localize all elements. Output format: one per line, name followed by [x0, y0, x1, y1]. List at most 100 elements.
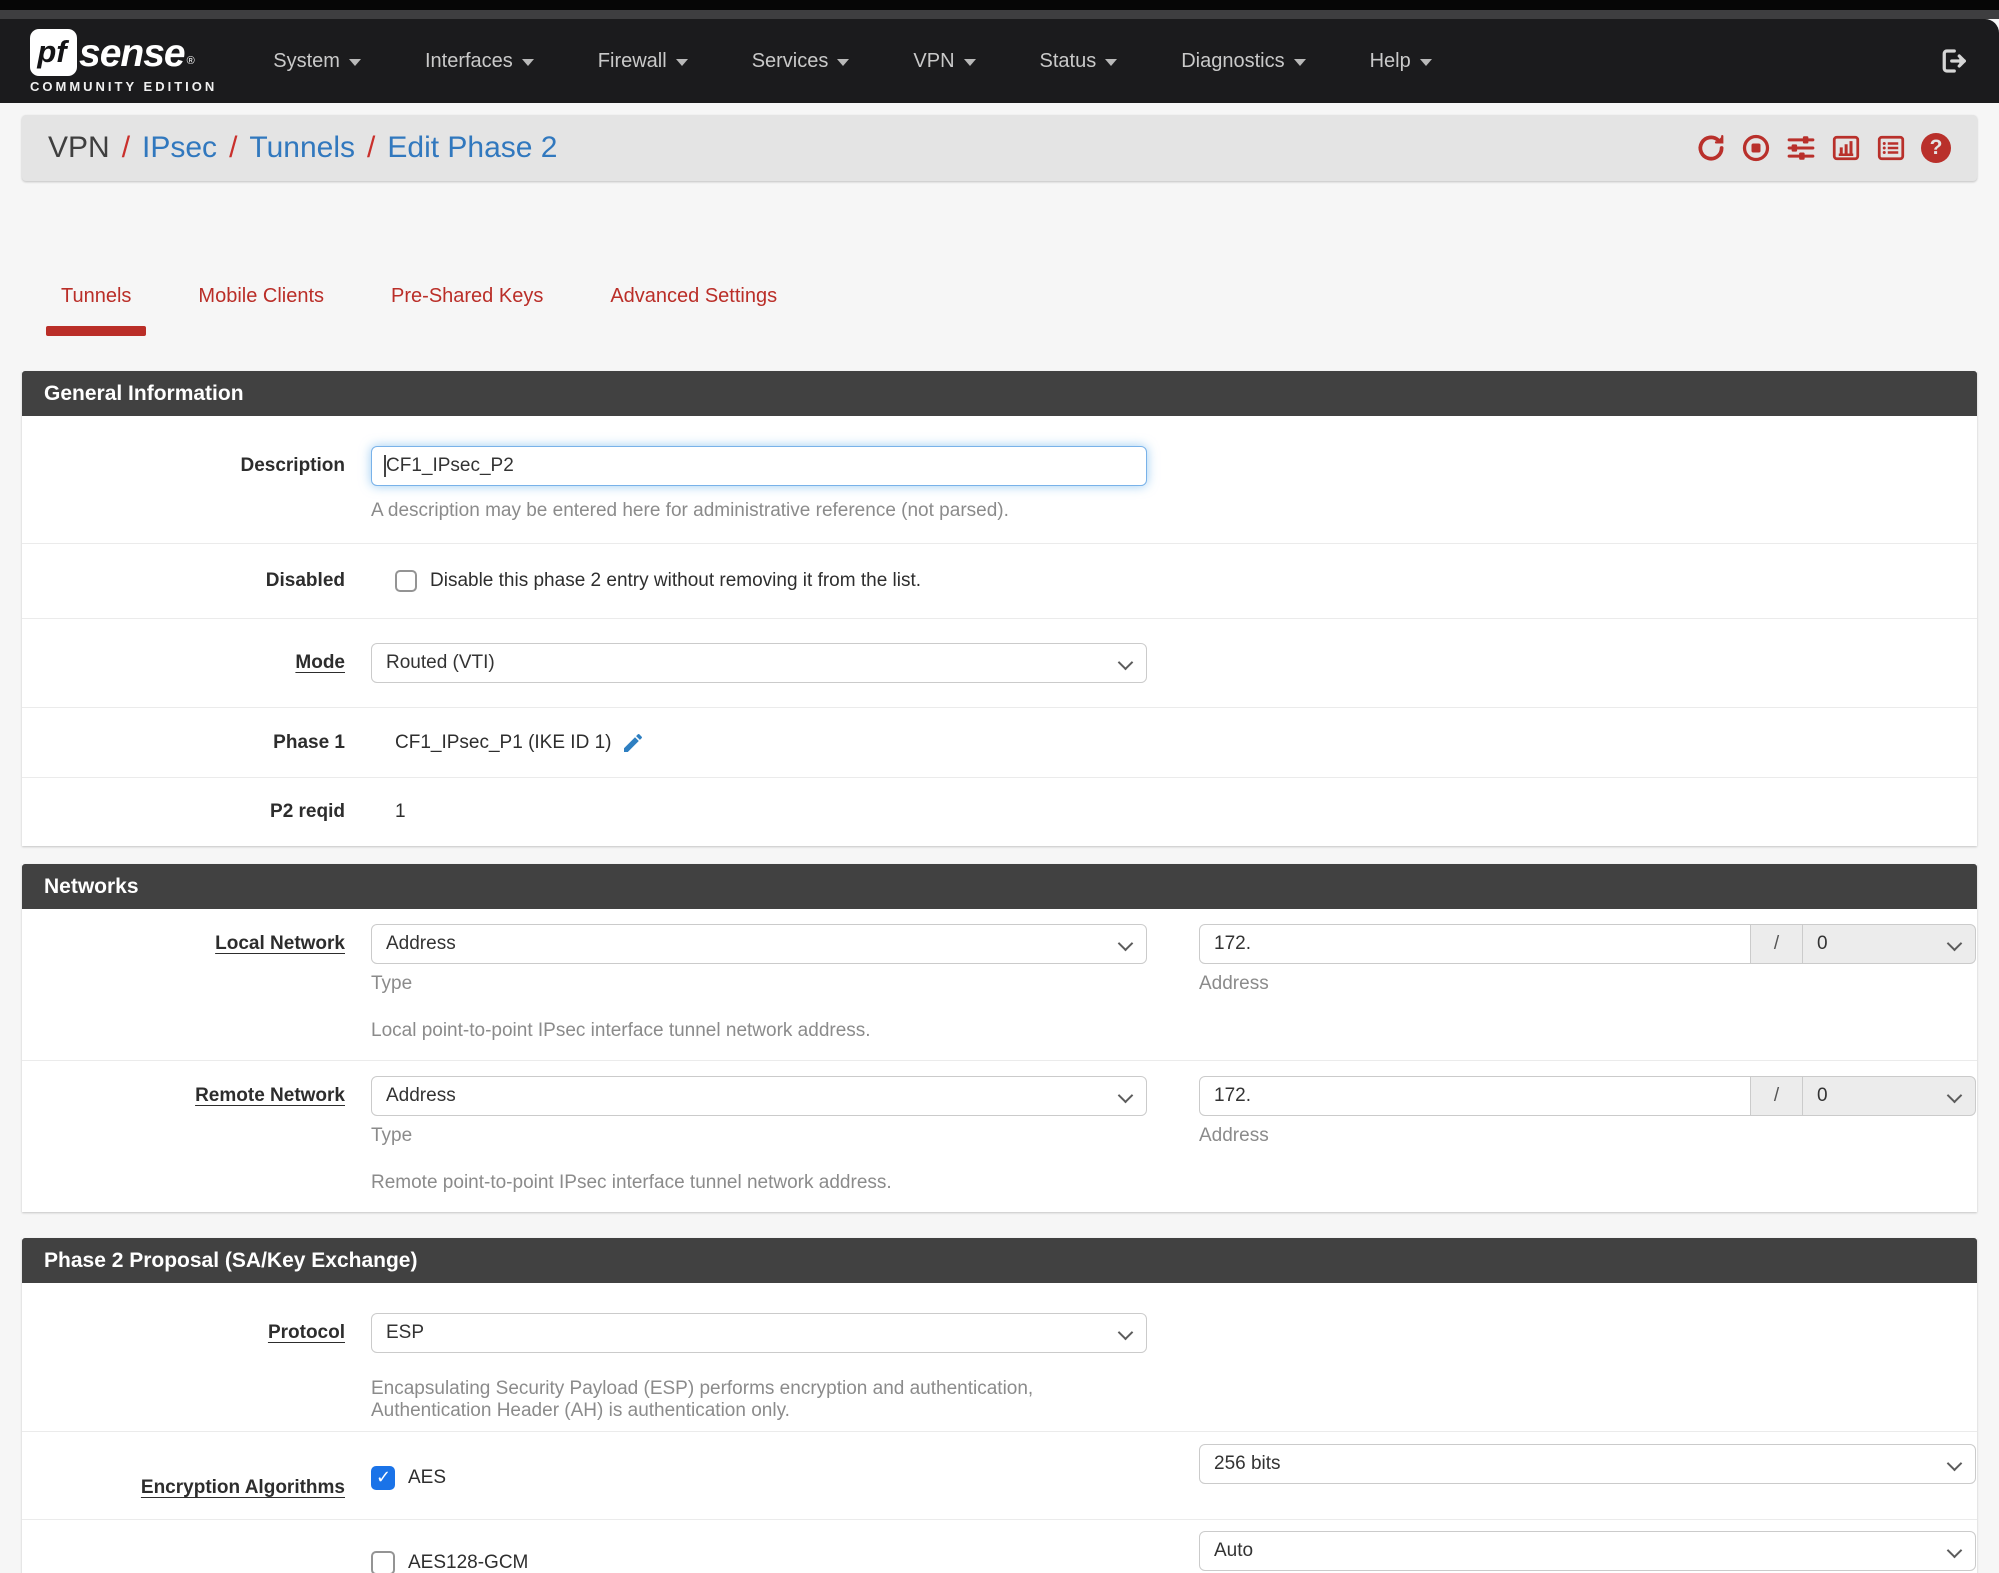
mode-select[interactable]: Routed (VTI): [371, 643, 1147, 683]
tab-mobile-clients[interactable]: Mobile Clients: [183, 285, 339, 328]
description-input[interactable]: [371, 446, 1147, 486]
aes-checkbox[interactable]: [371, 1466, 395, 1490]
row-phase1: Phase 1 CF1_IPsec_P1 (IKE ID 1): [22, 708, 1977, 778]
community-edition-label: COMMUNITY EDITION: [30, 78, 218, 94]
row-encryption-aes: Encryption Algorithms AES 256 bits: [22, 1432, 1977, 1520]
remote-type-caption: Type: [371, 1125, 413, 1146]
p2-reqid-value: 1: [395, 801, 406, 822]
mode-label[interactable]: Mode: [22, 643, 371, 683]
local-network-label[interactable]: Local Network: [22, 924, 371, 1042]
chevron-down-icon: [1117, 1324, 1134, 1341]
stop-icon[interactable]: [1741, 133, 1771, 163]
tab-tunnels[interactable]: Tunnels: [46, 285, 147, 336]
menu-diagnostics[interactable]: Diagnostics: [1181, 50, 1306, 73]
page-action-icons: ?: [1696, 133, 1951, 163]
description-label: Description: [240, 455, 345, 476]
chevron-down-icon: [1946, 1542, 1963, 1559]
breadcrumb-link-tunnels[interactable]: Tunnels: [249, 131, 355, 165]
phase1-label: Phase 1: [273, 731, 345, 753]
remote-address-caption: Address: [1199, 1125, 1269, 1146]
pfsense-logo[interactable]: pf sense ® COMMUNITY EDITION: [30, 28, 218, 94]
disabled-checkbox-label: Disable this phase 2 entry without remov…: [430, 570, 922, 591]
remote-address-input[interactable]: [1199, 1076, 1751, 1116]
row-local-network: Local Network Address Type Local point-t…: [22, 909, 1977, 1061]
row-description: Description A description may be entered…: [22, 416, 1977, 544]
chevron-down-icon: [1946, 1087, 1963, 1104]
breadcrumb-link-ipsec[interactable]: IPsec: [142, 131, 217, 165]
help-icon[interactable]: ?: [1921, 133, 1951, 163]
chevron-down-icon: [1419, 59, 1432, 66]
breadcrumb-bar: VPN / IPsec / Tunnels / Edit Phase 2 ?: [22, 115, 1977, 181]
chevron-down-icon: [1105, 59, 1118, 66]
menu-firewall[interactable]: Firewall: [598, 50, 688, 73]
description-help: A description may be entered here for ad…: [371, 500, 1009, 521]
breadcrumb: VPN / IPsec / Tunnels / Edit Phase 2: [48, 131, 558, 165]
chevron-down-icon: [1946, 935, 1963, 952]
row-encryption-aes128gcm: AES128-GCM Auto: [22, 1520, 1977, 1573]
chevron-down-icon: [1946, 1455, 1963, 1472]
protocol-help: Encapsulating Security Payload (ESP) per…: [371, 1378, 1034, 1421]
refresh-icon[interactable]: [1696, 133, 1726, 163]
encryption-algorithms-label[interactable]: Encryption Algorithms: [22, 1444, 371, 1499]
breadcrumb-section: VPN: [48, 131, 110, 164]
remote-network-help: Remote point-to-point IPsec interface tu…: [371, 1172, 892, 1193]
disabled-checkbox[interactable]: [395, 570, 417, 592]
remote-network-label[interactable]: Remote Network: [22, 1076, 371, 1194]
sliders-icon[interactable]: [1786, 133, 1816, 163]
chevron-down-icon: [348, 59, 361, 66]
p2-reqid-label: P2 reqid: [270, 801, 345, 822]
edit-pencil-icon[interactable]: [621, 731, 645, 755]
bar-chart-icon[interactable]: [1831, 133, 1861, 163]
tab-pre-shared-keys[interactable]: Pre-Shared Keys: [376, 285, 558, 328]
panel-general-information: General Information Description A descri…: [22, 371, 1977, 846]
list-icon[interactable]: [1876, 133, 1906, 163]
chevron-down-icon: [1117, 935, 1134, 952]
aes128gcm-keylen-select[interactable]: Auto: [1199, 1531, 1976, 1571]
top-navbar: pf sense ® COMMUNITY EDITION System Inte…: [0, 19, 1999, 103]
window-title-strip: [0, 10, 1999, 19]
panel-header: Phase 2 Proposal (SA/Key Exchange): [22, 1238, 1977, 1283]
remote-network-type-select[interactable]: Address: [371, 1076, 1147, 1116]
panel-header: Networks: [22, 864, 1977, 909]
panel-networks: Networks Local Network Address Type Loca…: [22, 864, 1977, 1212]
chevron-down-icon: [1293, 59, 1306, 66]
aes-keylen-select[interactable]: 256 bits: [1199, 1444, 1976, 1484]
spacer-label: [22, 1531, 371, 1573]
disabled-label: Disabled: [265, 570, 345, 591]
aes128gcm-checkbox-label: AES128-GCM: [408, 1552, 529, 1573]
menu-vpn[interactable]: VPN: [913, 50, 976, 73]
menu-interfaces[interactable]: Interfaces: [425, 50, 534, 73]
panel-header: General Information: [22, 371, 1977, 416]
local-address-caption: Address: [1199, 973, 1269, 994]
registered-mark: ®: [186, 54, 195, 67]
local-mask-select[interactable]: 0: [1803, 924, 1976, 964]
chevron-down-icon: [675, 59, 688, 66]
menu-system[interactable]: System: [273, 50, 361, 73]
menu-help[interactable]: Help: [1370, 50, 1432, 73]
remote-mask-select[interactable]: 0: [1803, 1076, 1976, 1116]
sense-logo-text: sense: [79, 31, 186, 75]
chevron-down-icon: [837, 59, 850, 66]
protocol-select[interactable]: ESP: [371, 1313, 1147, 1353]
tab-advanced-settings[interactable]: Advanced Settings: [595, 285, 792, 328]
menu-status[interactable]: Status: [1040, 50, 1118, 73]
aes128gcm-checkbox[interactable]: [371, 1551, 395, 1573]
window-top-strip: [0, 0, 1999, 10]
phase1-value: CF1_IPsec_P1 (IKE ID 1): [395, 731, 612, 753]
row-mode: Mode Routed (VTI): [22, 619, 1977, 708]
breadcrumb-current-edit-phase-2[interactable]: Edit Phase 2: [387, 131, 557, 165]
row-p2-reqid: P2 reqid 1: [22, 778, 1977, 846]
row-disabled: Disabled Disable this phase 2 entry with…: [22, 544, 1977, 619]
aes-checkbox-label: AES: [408, 1467, 447, 1488]
row-protocol: Protocol ESP Encapsulating Security Payl…: [22, 1283, 1977, 1432]
slash-addon: /: [1751, 924, 1803, 964]
text-cursor: [384, 455, 386, 477]
protocol-label[interactable]: Protocol: [22, 1313, 371, 1422]
local-network-type-select[interactable]: Address: [371, 924, 1147, 964]
local-address-input[interactable]: [1199, 924, 1751, 964]
sign-out-icon[interactable]: [1937, 45, 1969, 77]
panel-phase2-proposal: Phase 2 Proposal (SA/Key Exchange) Proto…: [22, 1238, 1977, 1573]
local-type-caption: Type: [371, 973, 413, 994]
chevron-down-icon: [1117, 1087, 1134, 1104]
menu-services[interactable]: Services: [752, 50, 850, 73]
